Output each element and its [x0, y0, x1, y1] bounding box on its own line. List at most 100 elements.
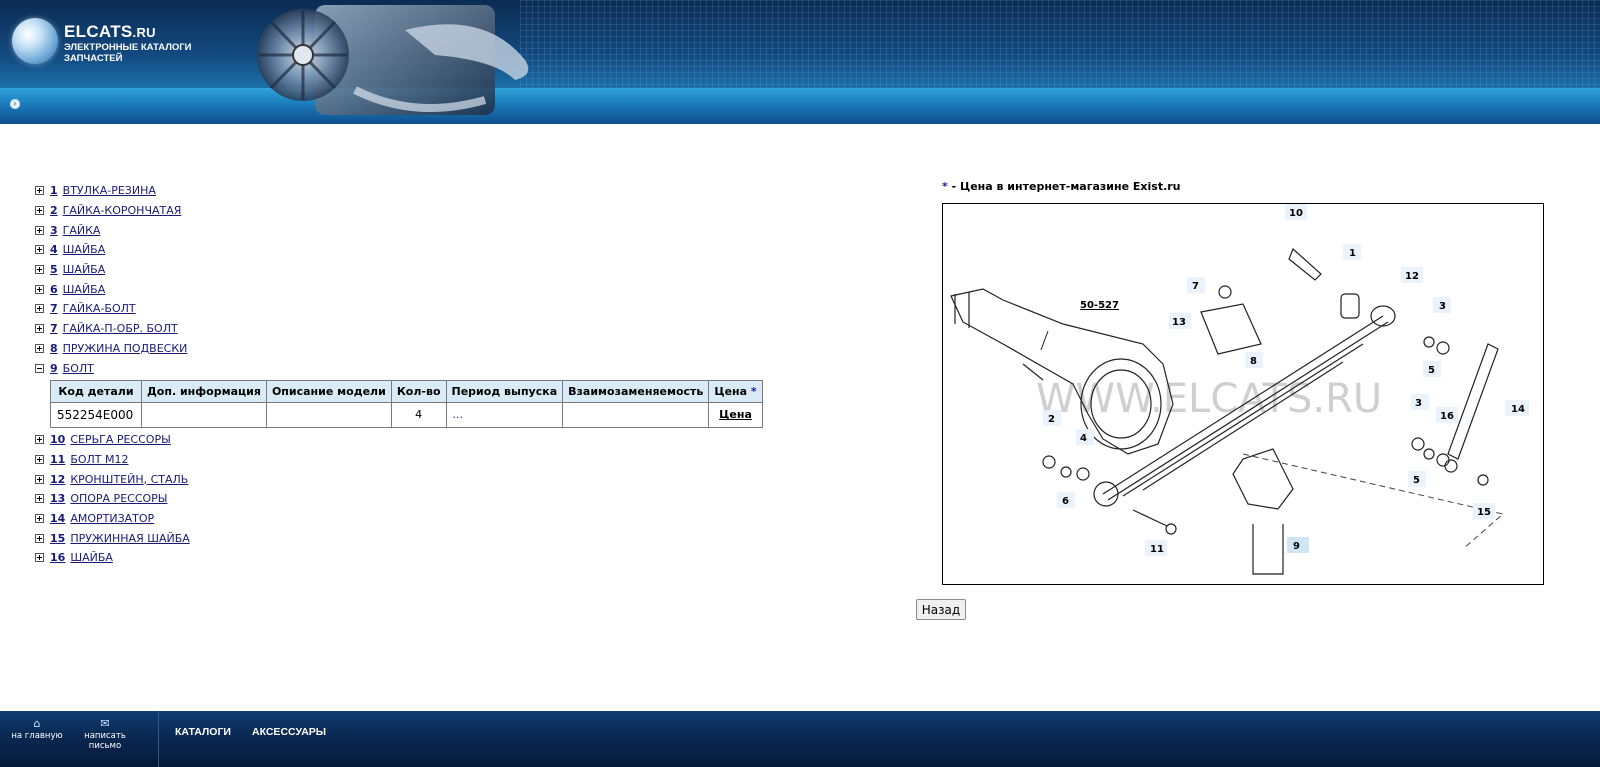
callout-6[interactable]: 6 — [1062, 496, 1069, 507]
expand-icon[interactable] — [35, 245, 44, 255]
part-link[interactable]: 5 ШАЙБА — [50, 263, 105, 276]
part-link[interactable]: 10 СЕРЬГА РЕССОРЫ — [50, 433, 171, 446]
tree-item[interactable]: 14 АМОРТИЗАТОР — [35, 509, 763, 529]
header-arrow-icon[interactable]: › — [10, 99, 20, 109]
diagram-drawing: WWW.ELCATS.RU 50-527 10 1 12 3 7 13 8 5 … — [950, 204, 1529, 575]
part-link[interactable]: 16 ШАЙБА — [50, 551, 113, 564]
callout-2[interactable]: 2 — [1048, 414, 1055, 425]
part-link[interactable]: 1 ВТУЛКА-РЕЗИНА — [50, 184, 156, 197]
logo-subtitle: ЭЛЕКТРОННЫЕ КАТАЛОГИ ЗАПЧАСТЕЙ — [64, 42, 204, 64]
tree-item[interactable]: 5 ШАЙБА — [35, 260, 763, 280]
expand-icon[interactable] — [35, 494, 44, 504]
home-label: на главную — [11, 731, 63, 741]
callout-10[interactable]: 10 — [1289, 208, 1303, 219]
cell-extra — [141, 401, 267, 428]
expand-icon[interactable] — [35, 304, 44, 314]
nav-catalogs[interactable]: КАТАЛОГИ — [175, 726, 231, 738]
col-header-qty: Кол-во — [390, 379, 447, 403]
expand-icon[interactable] — [35, 225, 44, 235]
tree-item[interactable]: 12 КРОНШТЕЙН, СТАЛЬ — [35, 469, 763, 489]
callout-1[interactable]: 1 — [1349, 248, 1356, 259]
price-star: * — [750, 384, 757, 398]
callout-7[interactable]: 7 — [1192, 281, 1199, 292]
tree-item[interactable]: 6 ШАЙБА — [35, 279, 763, 299]
header-band — [0, 88, 1600, 124]
part-link[interactable]: 15 ПРУЖИННАЯ ШАЙБА — [50, 532, 190, 545]
part-link[interactable]: 12 КРОНШТЕЙН, СТАЛЬ — [50, 473, 188, 486]
callout-3b[interactable]: 3 — [1415, 398, 1422, 409]
brand-sub-line-1: ЭЛЕКТРОННЫЕ КАТАЛОГИ — [64, 42, 192, 53]
price-note-text: - Цена в интернет-магазине Exist.ru — [947, 180, 1181, 193]
expand-icon[interactable] — [35, 206, 44, 216]
expand-icon[interactable] — [35, 435, 44, 445]
tree-item-expanded[interactable]: 9 БОЛТ — [35, 358, 763, 378]
logo-title[interactable]: ELCATS.RU — [64, 22, 156, 42]
period-link[interactable]: ... — [453, 408, 464, 421]
part-link[interactable]: 2 ГАЙКА-КОРОНЧАТАЯ — [50, 204, 181, 217]
expand-icon[interactable] — [35, 343, 44, 353]
part-link[interactable]: 4 ШАЙБА — [50, 243, 105, 256]
tree-item[interactable]: 10 СЕРЬГА РЕССОРЫ — [35, 430, 763, 450]
callout-5b[interactable]: 5 — [1413, 475, 1420, 486]
callout-12[interactable]: 12 — [1405, 271, 1419, 282]
callout-16[interactable]: 16 — [1440, 411, 1454, 422]
callout-5[interactable]: 5 — [1428, 365, 1435, 376]
tree-item[interactable]: 7 ГАЙКА-БОЛТ — [35, 299, 763, 319]
callout-14[interactable]: 14 — [1511, 404, 1525, 415]
callout-13[interactable]: 13 — [1172, 317, 1186, 328]
part-link[interactable]: 14 АМОРТИЗАТОР — [50, 512, 154, 525]
back-button[interactable]: Назад — [916, 599, 966, 620]
home-link[interactable]: ⌂ на главную — [2, 717, 72, 741]
tree-item[interactable]: 1 ВТУЛКА-РЕЗИНА — [35, 181, 763, 201]
callout-8[interactable]: 8 — [1250, 356, 1257, 367]
tree-item[interactable]: 15 ПРУЖИННАЯ ШАЙБА — [35, 528, 763, 548]
expand-icon[interactable] — [35, 324, 44, 334]
callout-3[interactable]: 3 — [1439, 301, 1446, 312]
tree-item[interactable]: 3 ГАЙКА — [35, 220, 763, 240]
col-header-price: Цена * — [708, 379, 763, 403]
part-link[interactable]: 13 ОПОРА РЕССОРЫ — [50, 492, 168, 505]
expand-icon[interactable] — [35, 513, 44, 523]
col-header-period: Период выпуска — [445, 379, 564, 403]
expand-icon[interactable] — [35, 474, 44, 484]
expand-icon[interactable] — [35, 533, 44, 543]
expand-icon[interactable] — [35, 265, 44, 275]
expand-icon[interactable] — [35, 284, 44, 294]
part-link[interactable]: 7 ГАЙКА-П-ОБР. БОЛТ — [50, 322, 178, 335]
expand-icon[interactable] — [35, 553, 44, 563]
part-link[interactable]: 6 ШАЙБА — [50, 283, 105, 296]
callout-4[interactable]: 4 — [1080, 433, 1087, 444]
part-detail-table: Код детали Доп. информация Описание моде… — [50, 379, 763, 428]
col-header-model: Описание модели — [265, 379, 392, 403]
part-link[interactable]: 8 ПРУЖИНА ПОДВЕСКИ — [50, 342, 187, 355]
logo-globe-icon[interactable] — [12, 18, 58, 64]
cell-interchange — [562, 401, 710, 428]
part-link[interactable]: 7 ГАЙКА-БОЛТ — [50, 302, 136, 315]
expand-icon[interactable] — [35, 186, 44, 196]
mail-label: написать письмо — [84, 731, 126, 751]
cell-code[interactable]: 552254E000 — [50, 401, 142, 428]
tree-item[interactable]: 4 ШАЙБА — [35, 240, 763, 260]
tree-item[interactable]: 11 БОЛТ M12 — [35, 450, 763, 470]
part-link[interactable]: 3 ГАЙКА — [50, 224, 100, 237]
parts-diagram[interactable]: WWW.ELCATS.RU 50-527 10 1 12 3 7 13 8 5 … — [942, 203, 1544, 585]
collapse-icon[interactable] — [35, 363, 44, 373]
tree-item[interactable]: 8 ПРУЖИНА ПОДВЕСКИ — [35, 339, 763, 359]
tree-item[interactable]: 16 ШАЙБА — [35, 548, 763, 568]
callout-11[interactable]: 11 — [1150, 544, 1164, 555]
part-link[interactable]: 11 БОЛТ M12 — [50, 453, 129, 466]
tree-item[interactable]: 7 ГАЙКА-П-ОБР. БОЛТ — [35, 319, 763, 339]
tree-item[interactable]: 13 ОПОРА РЕССОРЫ — [35, 489, 763, 509]
diagram-ref-label[interactable]: 50-527 — [1080, 300, 1119, 311]
price-link[interactable]: Цена — [719, 408, 752, 421]
callout-15[interactable]: 15 — [1477, 507, 1491, 518]
callout-9[interactable]: 9 — [1293, 541, 1300, 552]
tree-item[interactable]: 2 ГАЙКА-КОРОНЧАТАЯ — [35, 201, 763, 221]
mail-link[interactable]: ✉ написать письмо — [70, 717, 140, 751]
nav-accessories[interactable]: АКСЕССУАРЫ — [252, 726, 326, 738]
footer-divider — [158, 711, 159, 767]
brand-sub-line-2: ЗАПЧАСТЕЙ — [64, 53, 123, 64]
ref-pointer — [1040, 330, 1049, 351]
part-link[interactable]: 9 БОЛТ — [50, 362, 94, 375]
expand-icon[interactable] — [35, 454, 44, 464]
